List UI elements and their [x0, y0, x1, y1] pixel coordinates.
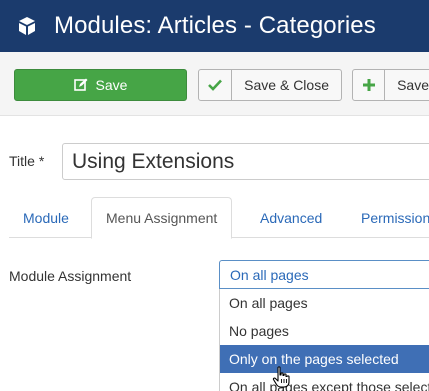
module-assignment-label: Module Assignment — [9, 268, 132, 284]
option-only-selected[interactable]: Only on the pages selected — [220, 345, 429, 373]
save-close-label: Save & Close — [244, 77, 329, 93]
module-assignment-dropdown: On all pages No pages Only on the pages … — [219, 289, 429, 391]
save-button[interactable]: Save — [14, 69, 187, 101]
check-icon — [199, 70, 233, 100]
title-input[interactable]: Using Extensions — [62, 143, 429, 180]
tab-module[interactable]: Module — [23, 197, 69, 238]
save-new-label: Save — [397, 77, 429, 93]
option-no-pages[interactable]: No pages — [220, 317, 429, 345]
edit-icon — [73, 78, 88, 92]
app-header: Modules: Articles - Categories — [0, 0, 429, 52]
tab-bar: Module Menu Assignment Advanced Permissi… — [9, 197, 429, 239]
joomla-cube-icon — [17, 16, 37, 36]
option-all-pages[interactable]: On all pages — [220, 289, 429, 317]
save-new-button[interactable]: Save — [352, 69, 429, 101]
tab-menu-assignment[interactable]: Menu Assignment — [91, 197, 233, 239]
plus-icon — [353, 70, 386, 100]
module-assignment-select[interactable]: On all pages — [219, 260, 429, 289]
title-label: Title * — [9, 153, 45, 169]
option-all-except-selected[interactable]: On all pages except those selected — [220, 373, 429, 391]
hand-pointer-icon — [272, 366, 290, 388]
save-button-label: Save — [95, 77, 128, 93]
toolbar: Save Save & Close Save — [0, 52, 429, 116]
tab-permissions[interactable]: Permissions — [361, 197, 429, 238]
tab-advanced[interactable]: Advanced — [260, 197, 322, 238]
page-title: Modules: Articles - Categories — [54, 12, 376, 39]
save-close-button[interactable]: Save & Close — [198, 69, 342, 101]
